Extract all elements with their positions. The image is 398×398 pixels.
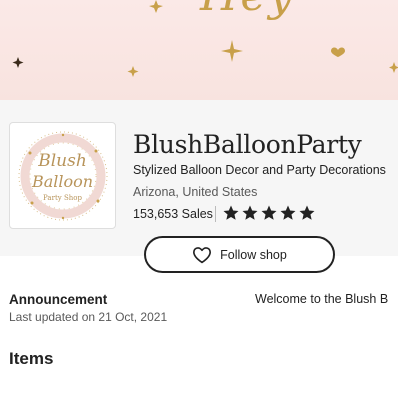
shop-logo[interactable]: Blush Balloon Party Shop (9, 122, 116, 229)
shop-location: Arizona, United States (133, 185, 258, 199)
follow-shop-label: Follow shop (220, 247, 287, 262)
star-icon (280, 205, 296, 220)
shop-banner: Hey (0, 0, 398, 100)
star-icon (223, 205, 239, 220)
announcement-updated: Last updated on 21 Oct, 2021 (9, 310, 168, 324)
star-icon (242, 205, 258, 220)
announcement-text: Welcome to the Blush B (255, 292, 389, 306)
sparkle-icons (12, 0, 398, 77)
sales-rating-divider (215, 206, 216, 222)
star-icon (261, 205, 277, 220)
shop-name[interactable]: BlushBalloonParty (133, 130, 362, 159)
items-heading: Items (9, 349, 54, 368)
shop-title: Stylized Balloon Decor and Party Decorat… (133, 163, 386, 177)
shop-rating[interactable] (222, 204, 316, 222)
logo-line-3: Party Shop (43, 194, 82, 202)
star-icon (299, 205, 315, 220)
logo-line-1: Blush (38, 151, 87, 171)
heart-icon (193, 246, 212, 263)
shop-sales[interactable]: 153,653 Sales (133, 207, 213, 221)
announcement-title: Announcement (9, 292, 108, 307)
logo-line-2: Balloon (31, 172, 94, 191)
follow-shop-button[interactable]: Follow shop (144, 236, 335, 273)
